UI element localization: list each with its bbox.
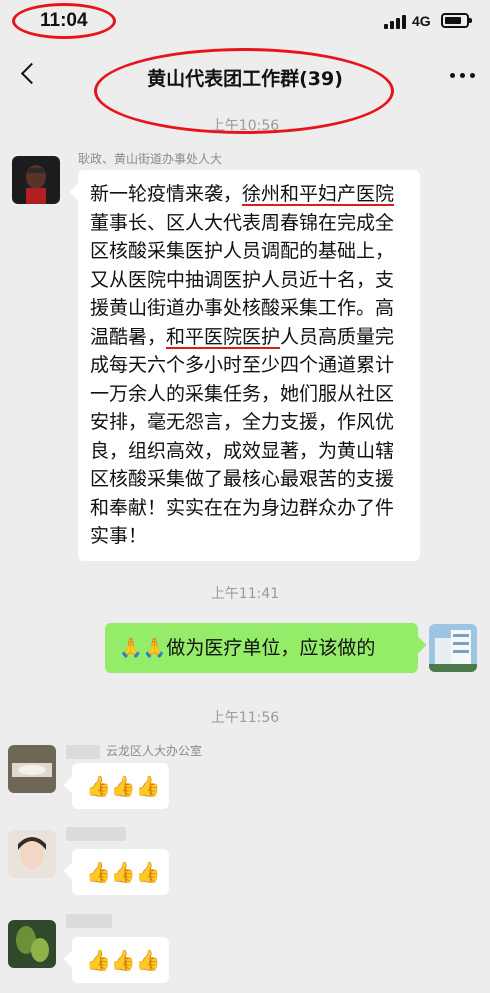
avatar[interactable] xyxy=(12,156,60,204)
my-avatar[interactable] xyxy=(429,624,477,672)
signal-icon xyxy=(384,15,406,29)
underlined-text: 和平医院医护 xyxy=(166,325,281,348)
battery-icon xyxy=(441,13,472,28)
blurred-name xyxy=(66,826,126,841)
time-highlight-circle xyxy=(12,3,116,39)
thumbs-up-icon: 👍👍👍 xyxy=(86,774,161,798)
thumbs-up-icon: 👍👍👍 xyxy=(86,948,161,972)
sender-name: 云龙区人大办公室 xyxy=(66,742,202,759)
sender-name xyxy=(66,913,118,928)
timestamp: 上午10:56 xyxy=(210,118,280,134)
timestamp: 上午11:56 xyxy=(210,710,280,726)
timestamp: 上午11:41 xyxy=(210,586,280,602)
message-bubble[interactable]: 新一轮疫情来袭，徐州和平妇产医院董事长、区人大代表周春锦在完成全区核酸采集医护人… xyxy=(78,170,420,561)
folded-hands-icon: 🙏🙏 xyxy=(119,637,167,659)
message-bubble[interactable]: 👍👍👍 xyxy=(72,763,169,809)
avatar[interactable] xyxy=(8,920,56,968)
avatar[interactable] xyxy=(8,830,56,878)
blurred-name xyxy=(66,913,112,928)
underlined-text: 徐州和平妇产医院 xyxy=(242,183,395,205)
avatar[interactable] xyxy=(8,745,56,793)
status-bar: 11:04 4G xyxy=(0,0,490,46)
message-bubble[interactable]: 👍👍👍 xyxy=(72,937,169,983)
network-type: 4G xyxy=(412,13,431,29)
sender-name: 耿政、黄山街道办事处人大 xyxy=(78,152,223,166)
my-message-bubble[interactable]: 🙏🙏做为医疗单位，应该做的 xyxy=(105,623,418,673)
sender-name xyxy=(66,826,132,841)
blurred-name xyxy=(66,744,100,759)
thumbs-up-icon: 👍👍👍 xyxy=(86,860,161,884)
more-dots-icon[interactable] xyxy=(450,70,478,80)
chat-header: 黄山代表团工作群(39) xyxy=(0,46,490,134)
message-bubble[interactable]: 👍👍👍 xyxy=(72,849,169,895)
